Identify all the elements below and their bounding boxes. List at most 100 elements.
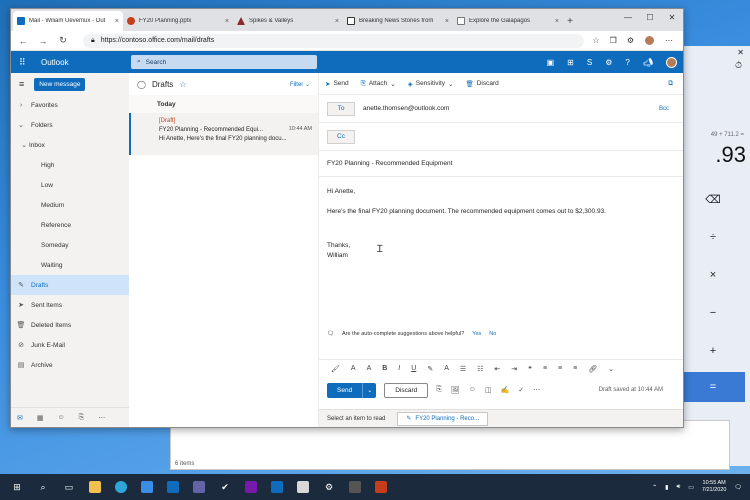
account-avatar[interactable] (666, 56, 677, 68)
gif-icon[interactable]: ◫ (485, 386, 492, 394)
file-explorer-icon[interactable] (88, 480, 102, 494)
send-dropdown-icon[interactable]: ⌄ (362, 382, 376, 398)
address-bar[interactable]: 🔒︎ https://contoso.office.com/mail/draft… (83, 33, 585, 48)
close-tab-icon[interactable]: × (445, 18, 449, 25)
nav-sent[interactable]: ➤ Sent Items (11, 295, 129, 315)
underline-icon[interactable]: U (411, 365, 416, 372)
maximize-icon[interactable]: ☐ (639, 9, 661, 25)
attachment-icon[interactable]: ⎘ (79, 414, 85, 422)
plus-key[interactable]: + (681, 336, 745, 366)
sensitivity-command[interactable]: ◈ Sensitivity ⌄ (408, 80, 454, 88)
settings-icon[interactable]: ⚙ (605, 58, 612, 67)
nav-junk[interactable]: ⊘ Junk E-Mail (11, 335, 129, 355)
browser-tab-powerpoint[interactable]: FY20 Planning.pptx × (123, 11, 233, 31)
signature-icon[interactable]: ✍ (501, 386, 510, 394)
feedback-yes[interactable]: Yes (472, 331, 481, 337)
cc-button[interactable]: Cc (327, 129, 355, 144)
select-all-icon[interactable]: ◯ (137, 80, 146, 89)
nav-subfolder-reference[interactable]: Reference (11, 215, 129, 235)
nav-folders[interactable]: ⌄ Folders (11, 115, 129, 135)
close-tab-icon[interactable]: × (335, 18, 339, 25)
discard-command[interactable]: 🗑︎ Discard (465, 80, 498, 88)
increase-indent-icon[interactable]: ⇥ (511, 365, 517, 373)
nav-subfolder-high[interactable]: High (11, 155, 129, 175)
more-apps-icon[interactable]: ⋯ (98, 414, 105, 422)
nav-subfolder-someday[interactable]: Someday (11, 235, 129, 255)
browser-tab-news[interactable]: Breaking News Stories from × (343, 11, 453, 31)
favorite-star-icon[interactable]: ☆ (179, 80, 186, 89)
highlight-icon[interactable]: ✎ (427, 365, 433, 373)
collections-icon[interactable]: ❒ (610, 36, 617, 45)
image-icon[interactable]: 🖼︎ (451, 386, 460, 394)
font-color-icon[interactable]: A (444, 365, 449, 372)
favorites-star-icon[interactable]: ☆ (592, 36, 599, 45)
filter-button[interactable]: Filter ⌄ (290, 81, 310, 88)
editor-icon[interactable]: ✓ (518, 386, 524, 394)
people-icon[interactable]: ☺ (58, 414, 65, 421)
search-box[interactable]: ⌕ Search (131, 55, 317, 69)
align-right-icon[interactable]: ≡ (573, 365, 577, 372)
back-icon[interactable]: ← (17, 36, 29, 46)
close-icon[interactable]: ✕ (737, 48, 744, 57)
attach-command[interactable]: ⎘ Attach ⌄ (361, 80, 396, 88)
popout-icon[interactable]: ⧉ (668, 80, 673, 88)
skype-icon[interactable]: S (587, 58, 592, 67)
discard-button[interactable]: Discard (384, 382, 429, 398)
calendar-icon[interactable]: ▦ (37, 414, 44, 422)
nav-subfolder-waiting[interactable]: Waiting (11, 255, 129, 275)
teams-app-icon[interactable] (192, 480, 206, 494)
profile-avatar[interactable] (644, 35, 655, 46)
calculator-app-icon[interactable] (348, 480, 362, 494)
multiply-key[interactable]: × (681, 260, 745, 290)
calendar-app-icon[interactable] (270, 480, 284, 494)
nav-archive[interactable]: ▤ Archive (11, 355, 129, 375)
help-icon[interactable]: ? (625, 58, 629, 67)
mail-icon[interactable]: ✉ (17, 414, 23, 422)
divide-key[interactable]: ÷ (681, 222, 745, 252)
refresh-icon[interactable]: ↻ (57, 35, 69, 46)
close-tab-icon[interactable]: × (555, 18, 559, 25)
minus-key[interactable]: − (681, 298, 745, 328)
send-command[interactable]: ➤ Send (325, 80, 349, 88)
attach-icon[interactable]: ⎘ (436, 386, 442, 394)
chevron-up-icon[interactable]: ⌃ (652, 484, 657, 491)
mail-app-icon[interactable] (166, 480, 180, 494)
new-tab-button[interactable]: + (563, 11, 577, 31)
message-body[interactable]: Hi Anette, Here's the final FY20 plannin… (319, 177, 683, 281)
todo-icon[interactable]: ✔ (218, 480, 232, 494)
more-format-icon[interactable]: ⌄ (608, 365, 614, 373)
bullets-icon[interactable]: ☰ (460, 365, 466, 373)
more-options-icon[interactable]: ⋯ (533, 386, 540, 394)
equals-key[interactable]: = (681, 372, 745, 402)
italic-icon[interactable]: I (398, 365, 400, 372)
subject-field[interactable]: FY20 Planning - Recommended Equipment (319, 151, 683, 177)
volume-icon[interactable]: 🔊︎ (676, 484, 680, 491)
quote-icon[interactable]: ❝ (528, 365, 532, 373)
windows-start-icon[interactable]: ⊞ (10, 480, 24, 494)
format-painter-icon[interactable]: 🖌︎ (331, 365, 340, 373)
send-button[interactable]: Send ⌄ (327, 382, 377, 398)
align-center-icon[interactable]: ≡ (558, 365, 562, 372)
decrease-indent-icon[interactable]: ⇤ (494, 365, 500, 373)
close-tab-icon[interactable]: × (225, 18, 229, 25)
store-icon[interactable] (140, 480, 154, 494)
minimize-icon[interactable]: — (617, 9, 639, 25)
teams-icon[interactable]: ⊞ (567, 58, 574, 67)
close-tab-icon[interactable]: × (115, 18, 119, 25)
announcement-icon[interactable]: 📣︎ (643, 58, 653, 67)
nav-drafts[interactable]: ✎ Drafts (11, 275, 129, 295)
notification-icon[interactable]: 🗨︎ (734, 484, 742, 491)
to-button[interactable]: To (327, 101, 355, 116)
search-icon[interactable]: ⌕ (36, 480, 50, 494)
feedback-no[interactable]: No (489, 331, 496, 337)
powerpoint-app-icon[interactable] (374, 480, 388, 494)
history-icon[interactable]: ⏱ (735, 60, 742, 71)
close-window-icon[interactable]: ✕ (661, 9, 683, 25)
nav-subfolder-medium[interactable]: Medium (11, 195, 129, 215)
link-icon[interactable]: 🔗︎ (588, 365, 597, 373)
settings-app-icon[interactable]: ⚙ (322, 480, 336, 494)
edge-icon[interactable] (114, 480, 128, 494)
extension-icon[interactable]: ⚙ (627, 36, 634, 45)
task-view-icon[interactable]: ▭ (62, 480, 76, 494)
onenote-icon[interactable] (244, 480, 258, 494)
